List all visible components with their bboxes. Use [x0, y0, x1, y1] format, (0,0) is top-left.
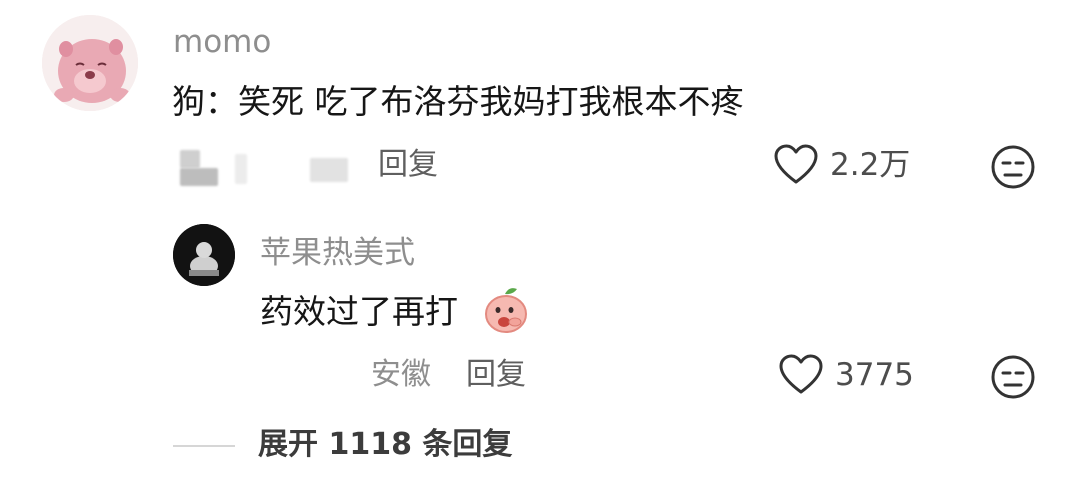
comment-like-button[interactable]: 2.2万 [773, 143, 933, 187]
comment-like-count: 2.2万 [830, 147, 911, 183]
reply-like-button[interactable]: 3775 [778, 353, 938, 397]
expand-divider [173, 445, 235, 447]
comment-username[interactable]: momo [173, 24, 271, 60]
reply-text: 药效过了再打 [260, 292, 458, 331]
comment-meta-redacted [175, 146, 355, 190]
reply-avatar[interactable] [173, 224, 235, 286]
heart-outline-icon [778, 354, 824, 396]
reply-location: 安徽 [371, 357, 431, 392]
reply-like-count: 3775 [835, 357, 914, 393]
comment-avatar[interactable] [42, 15, 138, 111]
comment-text: 狗：笑死 吃了布洛芬我妈打我根本不疼 [172, 82, 744, 121]
meh-face-icon[interactable] [990, 144, 1036, 190]
reply-username[interactable]: 苹果热美式 [260, 235, 415, 271]
heart-outline-icon [773, 144, 819, 186]
meh-face-icon[interactable] [990, 354, 1036, 400]
reply-reply-button[interactable]: 回复 [466, 357, 526, 393]
expand-replies-button[interactable]: 展开 1118 条回复 [258, 427, 512, 463]
comment-reply-button[interactable]: 回复 [378, 147, 438, 183]
peach-face-sticker-icon [483, 286, 529, 334]
